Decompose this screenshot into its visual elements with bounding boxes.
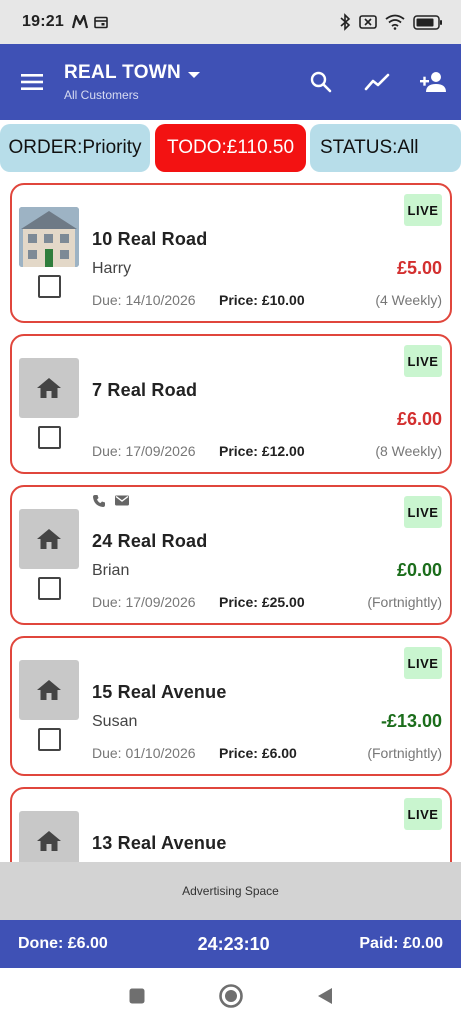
price-label: Price: £25.00 bbox=[219, 594, 305, 610]
battery-icon bbox=[413, 14, 442, 30]
customer-card[interactable]: LIVE 7 Real Road £6.00 Due: 17/09/2026 P… bbox=[10, 334, 452, 474]
due-date: Due: 01/10/2026 bbox=[92, 745, 196, 761]
trend-icon bbox=[364, 73, 390, 91]
timer: 24:23:10 bbox=[197, 933, 270, 954]
frequency: (8 Weekly) bbox=[375, 443, 442, 459]
contact-icons bbox=[92, 494, 130, 508]
home-icon bbox=[37, 680, 61, 700]
home-icon bbox=[37, 831, 61, 851]
customer-name: Harry bbox=[92, 260, 132, 277]
page-title: REAL TOWN bbox=[64, 62, 182, 83]
property-photo bbox=[19, 207, 79, 267]
phone-icon bbox=[93, 495, 105, 507]
status-filter-chip[interactable]: STATUS:All bbox=[310, 124, 461, 172]
customer-name: Susan bbox=[92, 713, 138, 730]
customer-card[interactable]: LIVE 10 Real Road Harry £5.00 Due: 14/10… bbox=[10, 183, 452, 323]
add-customer-button[interactable] bbox=[405, 44, 461, 120]
live-badge: LIVE bbox=[404, 496, 442, 528]
frequency: (4 Weekly) bbox=[375, 292, 442, 308]
order-filter-chip[interactable]: ORDER:Priority bbox=[0, 124, 150, 172]
recents-button-icon[interactable] bbox=[128, 987, 146, 1005]
person-add-icon bbox=[420, 72, 446, 92]
search-icon bbox=[310, 71, 332, 93]
price-label: Price: £12.00 bbox=[219, 443, 305, 459]
filter-bar: ORDER:Priority TODO:£110.50 STATUS:All bbox=[0, 124, 461, 172]
property-placeholder bbox=[19, 811, 79, 862]
live-badge: LIVE bbox=[404, 194, 442, 226]
app-bar-actions bbox=[293, 44, 461, 120]
back-button-icon[interactable] bbox=[316, 986, 334, 1006]
customer-card[interactable]: LIVE 24 Real Road Brian £0.00 Due: 17/09… bbox=[10, 485, 452, 625]
customer-address: 10 Real Road bbox=[92, 229, 208, 249]
paid-total: Paid: £0.00 bbox=[359, 935, 443, 952]
balance-amount: £6.00 bbox=[396, 409, 442, 429]
frequency: (Fortnightly) bbox=[367, 594, 442, 610]
due-date: Due: 14/10/2026 bbox=[92, 292, 196, 308]
customer-list: LIVE 10 Real Road Harry £5.00 Due: 14/10… bbox=[0, 176, 461, 862]
customer-address: 24 Real Road bbox=[92, 531, 208, 551]
app-m-icon bbox=[71, 15, 88, 29]
calendar-notification-icon bbox=[94, 16, 108, 28]
live-badge: LIVE bbox=[404, 345, 442, 377]
balance-amount: -£13.00 bbox=[380, 711, 442, 731]
select-checkbox[interactable] bbox=[38, 426, 61, 449]
price-label: Price: £10.00 bbox=[219, 292, 305, 308]
price-label: Price: £6.00 bbox=[219, 745, 297, 761]
status-left-icons bbox=[71, 15, 108, 29]
status-right-icons bbox=[339, 13, 443, 31]
select-checkbox[interactable] bbox=[38, 728, 61, 751]
customer-name: Brian bbox=[92, 562, 130, 579]
status-bar: 19:21 bbox=[0, 0, 461, 44]
stats-button[interactable] bbox=[349, 44, 405, 120]
balance-amount: £5.00 bbox=[396, 258, 442, 278]
email-icon bbox=[115, 495, 129, 506]
bluetooth-icon bbox=[340, 13, 351, 31]
property-placeholder bbox=[19, 358, 79, 418]
town-selector[interactable]: REAL TOWN All Customers bbox=[64, 62, 201, 102]
menu-button[interactable] bbox=[0, 44, 64, 120]
sim-off-icon bbox=[359, 15, 377, 29]
menu-icon bbox=[21, 74, 43, 90]
customer-card[interactable]: LIVE 15 Real Avenue Susan -£13.00 Due: 0… bbox=[10, 636, 452, 776]
customer-address: 13 Real Avenue bbox=[92, 833, 227, 853]
frequency: (Fortnightly) bbox=[367, 745, 442, 761]
property-placeholder bbox=[19, 660, 79, 720]
balance-amount: £0.00 bbox=[396, 560, 442, 580]
select-checkbox[interactable] bbox=[38, 577, 61, 600]
advertising-banner[interactable]: Advertising Space bbox=[0, 862, 461, 920]
home-button-icon[interactable] bbox=[218, 983, 244, 1009]
home-icon bbox=[37, 378, 61, 398]
todo-total-chip[interactable]: TODO:£110.50 bbox=[155, 124, 306, 172]
status-time: 19:21 bbox=[22, 13, 64, 30]
home-icon bbox=[37, 529, 61, 549]
summary-footer: Done: £6.00 24:23:10 Paid: £0.00 bbox=[0, 920, 461, 968]
system-nav-bar bbox=[0, 968, 461, 1024]
customer-card[interactable]: LIVE 13 Real Avenue bbox=[10, 787, 452, 862]
customer-address: 15 Real Avenue bbox=[92, 682, 227, 702]
customer-address: 7 Real Road bbox=[92, 380, 198, 400]
due-date: Due: 17/09/2026 bbox=[92, 594, 196, 610]
app-bar: REAL TOWN All Customers bbox=[0, 44, 461, 120]
property-placeholder bbox=[19, 509, 79, 569]
wifi-icon bbox=[385, 14, 405, 30]
dropdown-arrow-icon bbox=[188, 72, 201, 78]
live-badge: LIVE bbox=[404, 647, 442, 679]
search-button[interactable] bbox=[293, 44, 349, 120]
done-total: Done: £6.00 bbox=[18, 935, 108, 952]
live-badge: LIVE bbox=[404, 798, 442, 830]
due-date: Due: 17/09/2026 bbox=[92, 443, 196, 459]
page-subtitle: All Customers bbox=[64, 88, 139, 102]
select-checkbox[interactable] bbox=[38, 275, 61, 298]
